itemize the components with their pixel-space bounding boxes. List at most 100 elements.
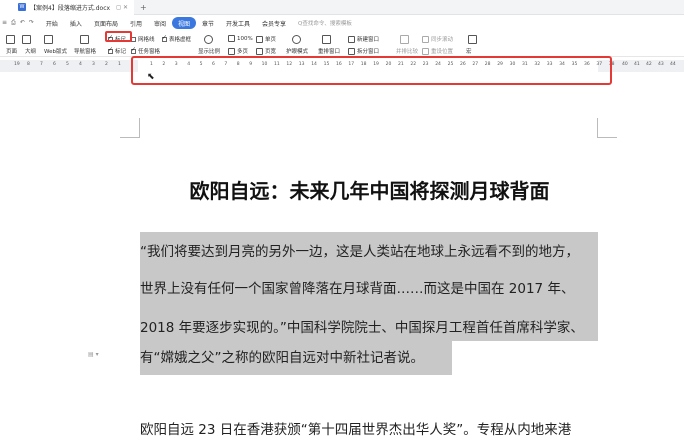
eye-mode-label[interactable]: 护眼模式 [286, 47, 308, 55]
mouse-cursor-icon: ⬉ [147, 72, 155, 82]
menu-page-layout[interactable]: 页面布局 [88, 17, 124, 29]
rearrange-button[interactable] [322, 35, 331, 44]
split-window-icon [348, 47, 355, 55]
zoom-100-label: 100% [237, 35, 253, 42]
ruler-tick-label: 4 [79, 62, 82, 67]
menu-insert[interactable]: 插入 [64, 17, 88, 29]
menu-section[interactable]: 章节 [196, 17, 220, 29]
ruler-tick-label: 19 [14, 62, 20, 67]
ruler-tick-label: 6 [53, 62, 56, 67]
redo-icon[interactable]: ↷ [29, 19, 34, 27]
eye-mode-button[interactable] [292, 35, 301, 44]
single-page-button[interactable]: 单页 [256, 35, 276, 43]
single-page-icon [256, 35, 263, 43]
outline-view-button[interactable] [22, 35, 31, 44]
document-tab[interactable]: W 【案例4】段落缩进方式.docx ◻ ✕ [0, 0, 134, 15]
rearrange-label[interactable]: 重排窗口 [318, 47, 340, 55]
undo-icon[interactable]: ↶ [20, 19, 25, 27]
table-gridlines-label: 表格虚框 [169, 37, 192, 43]
zoom-icon [204, 35, 213, 44]
menu-member[interactable]: 会员专享 [256, 17, 292, 29]
single-page-label: 单页 [265, 37, 277, 43]
page-width-button[interactable]: 页宽 [256, 47, 276, 55]
new-window-button[interactable]: 新建窗口 [348, 35, 379, 43]
outline-view-icon [22, 35, 31, 44]
ruler-tick-label: 7 [40, 62, 43, 67]
parallel-compare-icon [400, 35, 409, 44]
tab-close-icon[interactable]: ◻ ✕ [116, 4, 128, 11]
ruler-tick-label: 1 [118, 62, 121, 67]
page-view-button[interactable] [6, 35, 15, 44]
zoom-button[interactable] [204, 35, 213, 44]
ruler-tick-label: 41 [634, 62, 640, 67]
macro-label[interactable]: 宏 [466, 47, 472, 55]
nav-pane-icon [80, 35, 89, 44]
multi-page-label: 多页 [237, 49, 249, 55]
sync-scroll-button[interactable]: 同步滚动 [422, 35, 453, 43]
ruler-tick-label: 2 [105, 62, 108, 67]
new-tab-button[interactable]: + [140, 3, 147, 12]
menu-bar: ≡ ⎙ ↶ ↷ 开始 插入 页面布局 引用 审阅 视图 章节 开发工具 会员专享… [0, 15, 684, 31]
command-search-input[interactable]: Q查找命令、搜索模板 [298, 19, 352, 27]
macro-button[interactable] [468, 35, 477, 44]
paragraph-line[interactable]: “我们将要达到月亮的另外一边，这是人类站在地球上永远看不到的地方， [140, 240, 579, 260]
menu-review[interactable]: 审阅 [148, 17, 172, 29]
gridlines-label: 网格线 [138, 37, 155, 43]
page-width-label: 页宽 [265, 49, 277, 55]
sync-scroll-icon [422, 35, 429, 43]
web-view-icon [44, 35, 53, 44]
web-view-button[interactable] [44, 35, 53, 44]
document-title[interactable]: 欧阳自远：未来几年中国将探测月球背面 [0, 175, 684, 204]
page-corner-mark [120, 118, 140, 138]
paragraph-line[interactable]: 世界上没有任何一个国家曾降落在月球背面……而这是中国在 2017 年、 [140, 277, 574, 297]
print-icon[interactable]: ⎙ [11, 19, 16, 27]
ruler-tick-label: 40 [622, 62, 628, 67]
table-gridlines-check-icon [162, 34, 167, 42]
multi-page-button[interactable]: 多页 [228, 47, 248, 55]
split-window-label: 拆分窗口 [357, 49, 380, 55]
page-view-label: 页面 [6, 49, 18, 55]
sync-scroll-label: 同步滚动 [431, 37, 454, 43]
menu-developer[interactable]: 开发工具 [220, 17, 256, 29]
split-window-button[interactable]: 拆分窗口 [348, 47, 379, 55]
page-view-icon [6, 35, 15, 44]
task-pane-label: 任务窗格 [138, 49, 161, 55]
reset-position-button[interactable]: 重设位置 [422, 47, 453, 55]
ruler-tick-label: 43 [658, 62, 664, 67]
ruler-highlight [131, 56, 612, 85]
new-window-icon [348, 35, 355, 43]
paragraph-marker-icon[interactable]: ▤ ▾ [88, 351, 99, 358]
parallel-compare-label[interactable]: 并排比较 [396, 47, 418, 55]
menu-view[interactable]: 视图 [171, 17, 196, 29]
nav-pane-label[interactable]: 导航窗格 [74, 47, 96, 55]
markup-checkbox[interactable]: 标记 [108, 46, 127, 55]
zoom-100-icon [228, 35, 235, 42]
ruler-tick-label: 3 [92, 62, 95, 67]
ruler-tick-label: 44 [670, 62, 676, 67]
markup-check-icon [108, 46, 113, 54]
new-window-label: 新建窗口 [357, 37, 380, 43]
parallel-compare-button[interactable] [400, 35, 409, 44]
table-gridlines-checkbox[interactable]: 表格虚框 [162, 34, 192, 43]
menu-references[interactable]: 引用 [124, 17, 148, 29]
rearrange-icon [322, 35, 331, 44]
gridlines-checkbox[interactable]: 网格线 [131, 35, 155, 43]
ruler-checkbox-highlight [105, 31, 132, 42]
paragraph-line[interactable]: 欧阳自远 23 日在香港获颁“第十四届世界杰出华人奖”。专程从内地来港 [140, 418, 571, 438]
menu-icon[interactable]: ≡ [2, 19, 7, 27]
paragraph-line[interactable]: 有“嫦娥之父”之称的欧阳自远对中新社记者说。 [140, 346, 424, 366]
quick-access-toolbar: ≡ ⎙ ↶ ↷ [2, 19, 34, 27]
document-tab-title: 【案例4】段落缩进方式.docx [30, 4, 111, 12]
ruler-tick-label: 42 [646, 62, 652, 67]
multi-page-icon [228, 47, 235, 55]
page-corner-mark [597, 118, 617, 138]
display-ratio-label[interactable]: 显示比例 [198, 47, 220, 55]
wps-doc-icon: W [18, 3, 26, 11]
web-view-label: Web版式 [44, 49, 68, 55]
menu-home[interactable]: 开始 [40, 17, 64, 29]
paragraph-line[interactable]: 2018 年要逐步实现的。”中国科学院院士、中国探月工程首任首席科学家、 [140, 316, 584, 336]
task-pane-checkbox[interactable]: 任务窗格 [131, 46, 161, 55]
markup-label: 标记 [115, 49, 127, 55]
nav-pane-button[interactable] [80, 35, 89, 44]
zoom-100-button[interactable]: 100% [228, 35, 253, 42]
